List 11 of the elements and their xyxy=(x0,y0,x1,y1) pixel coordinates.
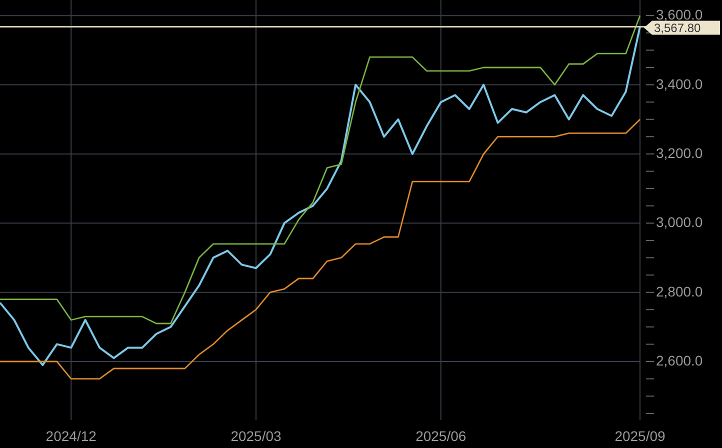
y-axis-label: 3,600.0 xyxy=(656,6,703,23)
y-axis-label: 3,200.0 xyxy=(656,144,703,161)
y-axis-label: 2,600.0 xyxy=(656,352,703,369)
price-tag: 3,567.80 xyxy=(644,20,720,36)
y-axis-label: 2,800.0 xyxy=(656,283,703,300)
y-axis-label: 3,400.0 xyxy=(656,76,703,92)
x-axis-label: 2025/09 xyxy=(614,428,666,444)
x-axis-label: 2025/03 xyxy=(230,428,282,444)
y-axis-label: 3,000.0 xyxy=(656,214,703,230)
x-axis-label: 2024/12 xyxy=(46,428,96,444)
x-axis-label: 2025/06 xyxy=(416,428,466,444)
